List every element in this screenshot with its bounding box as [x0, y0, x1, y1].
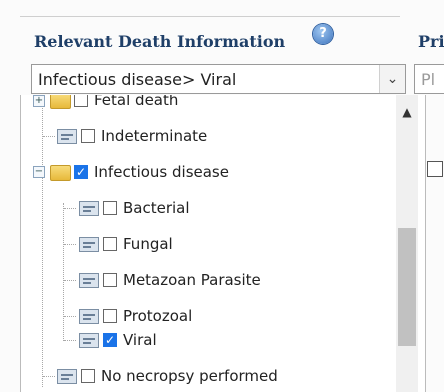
- tree-guide-line: [43, 376, 55, 377]
- tree-item-label: Metazoan Parasite: [123, 271, 261, 289]
- checkbox[interactable]: [103, 201, 117, 215]
- relevant-death-information-label: Relevant Death Information: [34, 32, 286, 51]
- top-divider: [20, 16, 400, 17]
- tree-item-label: Fungal: [123, 235, 173, 253]
- tree-item-no-necropsy-performed[interactable]: No necropsy performed: [21, 364, 391, 388]
- checkbox[interactable]: [103, 273, 117, 287]
- checkbox-checked[interactable]: ✓: [74, 165, 88, 179]
- checkbox[interactable]: [81, 369, 95, 383]
- help-icon[interactable]: ?: [313, 24, 333, 44]
- open-folder-icon: [50, 165, 71, 181]
- death-information-select[interactable]: Infectious disease> Viral ⌄: [31, 64, 406, 94]
- tree-guide-line: [64, 340, 76, 341]
- document-icon: [79, 201, 99, 216]
- checkbox[interactable]: [81, 129, 95, 143]
- tree-dropdown: + Fetal death Indeterminate − ✓ Infectio…: [20, 95, 426, 392]
- checkbox[interactable]: [74, 95, 88, 107]
- document-icon: [79, 333, 99, 348]
- document-icon: [79, 237, 99, 252]
- right-checkbox[interactable]: [427, 161, 443, 177]
- tree-item-infectious-disease[interactable]: − ✓ Infectious disease: [21, 160, 391, 184]
- document-icon: [57, 129, 77, 144]
- tree-item-label: Fetal death: [94, 95, 179, 109]
- checkbox[interactable]: [103, 309, 117, 323]
- tree-item-bacterial[interactable]: Bacterial: [21, 196, 391, 220]
- tree-item-metazoan-parasite[interactable]: Metazoan Parasite: [21, 268, 391, 292]
- checkbox[interactable]: [103, 237, 117, 251]
- document-icon: [57, 369, 77, 384]
- tree-guide-line: [43, 136, 55, 137]
- tree-guide-line: [64, 280, 76, 281]
- tree-guide-line: [64, 208, 76, 209]
- right-input-placeholder: Pl: [421, 70, 436, 89]
- tree-item-label: Protozoal: [123, 307, 193, 325]
- tree-guide-line: [64, 316, 76, 317]
- tree-item-protozoal[interactable]: Protozoal: [21, 304, 391, 328]
- tree-item-fetal-death[interactable]: + Fetal death: [21, 95, 391, 112]
- expand-icon[interactable]: +: [33, 95, 45, 107]
- tree-item-label: Bacterial: [123, 199, 190, 217]
- right-input-field[interactable]: Pl: [414, 64, 444, 94]
- checkbox-checked[interactable]: ✓: [103, 333, 117, 347]
- scrollbar-thumb[interactable]: [398, 228, 416, 346]
- right-field-label: Pri: [418, 32, 444, 51]
- scroll-up-arrow-icon[interactable]: ▲: [396, 101, 418, 123]
- tree-item-label: Viral: [123, 331, 157, 349]
- tree-guide-line: [64, 244, 76, 245]
- collapse-icon[interactable]: −: [33, 166, 45, 178]
- folder-icon: [50, 95, 71, 109]
- document-icon: [79, 309, 99, 324]
- chevron-down-icon[interactable]: ⌄: [379, 65, 405, 93]
- selected-value: Infectious disease> Viral: [38, 70, 237, 89]
- tree-item-viral[interactable]: ✓ Viral: [21, 328, 391, 352]
- tree-item-indeterminate[interactable]: Indeterminate: [21, 124, 391, 148]
- tree-item-fungal[interactable]: Fungal: [21, 232, 391, 256]
- dropdown-scrollbar[interactable]: ▲: [396, 95, 418, 392]
- tree-item-label: No necropsy performed: [101, 367, 278, 385]
- tree-item-label: Indeterminate: [101, 127, 208, 145]
- document-icon: [79, 273, 99, 288]
- tree-item-label: Infectious disease: [94, 163, 229, 181]
